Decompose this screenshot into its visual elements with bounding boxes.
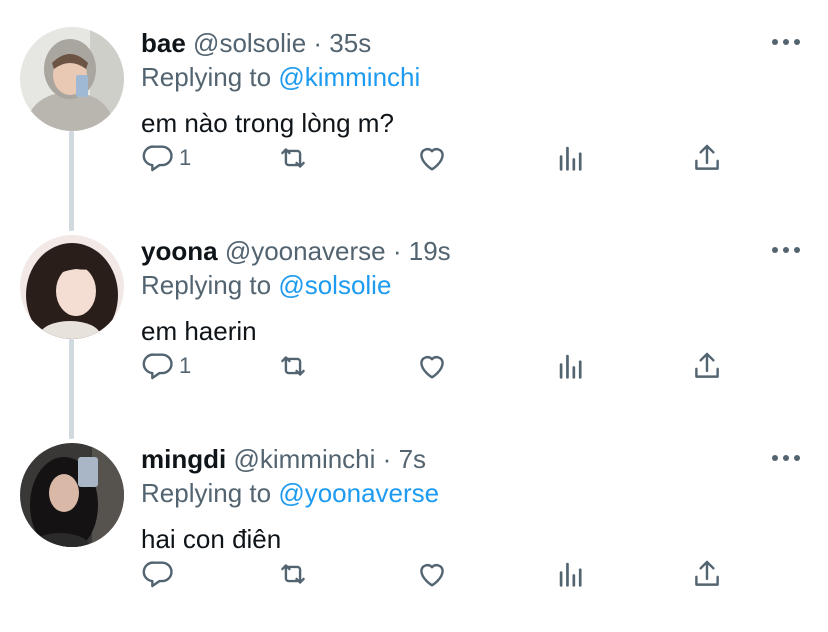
retweet-button[interactable]: [276, 138, 310, 178]
avatar[interactable]: [20, 27, 124, 131]
avatar-image: [20, 443, 124, 547]
reply-button[interactable]: [141, 554, 179, 594]
retweet-button[interactable]: [276, 554, 310, 594]
tweet-text: em haerin: [141, 316, 257, 346]
tweet-text: hai con điên: [141, 524, 282, 554]
action-bar: 1: [141, 346, 741, 386]
views-button[interactable]: [554, 346, 588, 386]
separator-dot: ·: [392, 236, 402, 266]
replying-prefix: Replying to: [141, 478, 272, 508]
action-bar: [141, 554, 741, 594]
share-icon: [695, 144, 719, 170]
reply-count: 1: [179, 353, 192, 378]
user-handle[interactable]: @yoonaverse: [225, 236, 386, 266]
display-name[interactable]: bae: [141, 28, 186, 58]
timestamp[interactable]: 7s: [399, 444, 426, 474]
retweet-icon: [281, 564, 305, 584]
like-button[interactable]: [415, 138, 449, 178]
timestamp[interactable]: 19s: [409, 236, 451, 266]
more-icon[interactable]: [772, 244, 800, 256]
views-button[interactable]: [554, 554, 588, 594]
separator-dot: ·: [382, 444, 392, 474]
avatar-image: [20, 27, 124, 131]
heart-icon: [420, 356, 444, 379]
user-handle[interactable]: @kimminchi: [233, 444, 375, 474]
action-bar: 1: [141, 138, 741, 178]
display-name[interactable]: mingdi: [141, 444, 226, 474]
heart-icon: [420, 564, 444, 587]
replying-to: Replying to @solsolie: [141, 268, 808, 302]
like-button[interactable]: [415, 346, 449, 386]
views-button[interactable]: [554, 138, 588, 178]
reply-button[interactable]: 1: [141, 346, 191, 386]
reply-icon: [142, 561, 173, 588]
more-icon[interactable]: [772, 36, 800, 48]
heart-icon: [420, 148, 444, 171]
mention-link[interactable]: @kimminchi: [278, 62, 420, 92]
reply-icon: [142, 145, 173, 172]
mention-link[interactable]: @solsolie: [278, 270, 391, 300]
more-icon[interactable]: [772, 452, 800, 464]
tweet-header: yoona @yoonaverse · 19s: [141, 234, 808, 268]
avatar[interactable]: [20, 443, 124, 547]
analytics-icon: [559, 562, 582, 587]
timestamp[interactable]: 35s: [329, 28, 371, 58]
avatar-image: [20, 235, 124, 339]
analytics-icon: [559, 146, 582, 171]
retweet-icon: [281, 356, 305, 376]
replying-to: Replying to @kimminchi: [141, 60, 808, 94]
reply-icon: [142, 353, 173, 380]
avatar[interactable]: [20, 235, 124, 339]
replying-to: Replying to @yoonaverse: [141, 476, 808, 510]
tweet[interactable]: yoona @yoonaverse · 19s Replying to @sol…: [0, 208, 828, 416]
retweet-button[interactable]: [276, 346, 310, 386]
share-button[interactable]: [690, 554, 724, 594]
retweet-icon: [281, 148, 305, 168]
tweet-text: em nào trong lòng m?: [141, 108, 394, 138]
mention-link[interactable]: @yoonaverse: [278, 478, 439, 508]
reply-count: 1: [179, 145, 192, 170]
tweet[interactable]: bae @solsolie · 35s Replying to @kimminc…: [0, 0, 828, 208]
separator-dot: ·: [313, 28, 323, 58]
share-icon: [695, 560, 719, 586]
like-button[interactable]: [415, 554, 449, 594]
tweet-header: mingdi @kimminchi · 7s: [141, 442, 808, 476]
share-button[interactable]: [690, 138, 724, 178]
share-icon: [695, 352, 719, 378]
share-button[interactable]: [690, 346, 724, 386]
replying-prefix: Replying to: [141, 270, 272, 300]
tweet[interactable]: mingdi @kimminchi · 7s Replying to @yoon…: [0, 416, 828, 624]
tweet-header: bae @solsolie · 35s: [141, 26, 808, 60]
display-name[interactable]: yoona: [141, 236, 218, 266]
replying-prefix: Replying to: [141, 62, 272, 92]
reply-button[interactable]: 1: [141, 138, 191, 178]
analytics-icon: [559, 354, 582, 379]
user-handle[interactable]: @solsolie: [193, 28, 306, 58]
